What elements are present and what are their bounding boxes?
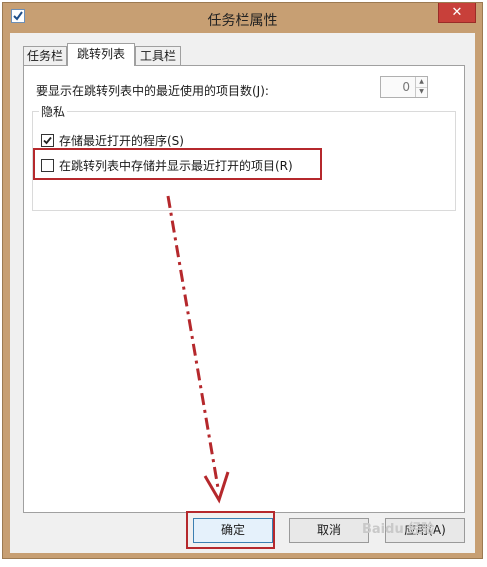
window-title: 任务栏属性 xyxy=(207,13,278,29)
store-recent-items-checkbox[interactable] xyxy=(41,159,54,172)
tab-toolbars[interactable]: 工具栏 xyxy=(135,46,181,65)
recent-items-spinner[interactable]: 0 ▲ ▼ xyxy=(380,76,428,98)
recent-items-label: 要显示在跳转列表中的最近使用的项目数(J): xyxy=(36,84,269,98)
tab-jumplist[interactable]: 跳转列表 xyxy=(67,43,135,66)
store-recent-programs-checkbox[interactable] xyxy=(41,134,54,147)
spinner-buttons: ▲ ▼ xyxy=(415,77,427,97)
dialog-window: 任务栏属性 ✕ 任务栏 跳转列表 工具栏 要显示在跳转列表中的最近使用的项目数(… xyxy=(2,2,483,559)
jumplist-panel: 要显示在跳转列表中的最近使用的项目数(J): 0 ▲ ▼ 隐私 存储最近打开的程… xyxy=(23,65,465,513)
privacy-group-title: 隐私 xyxy=(39,103,68,120)
chevron-down-icon[interactable]: ▼ xyxy=(416,87,427,97)
ok-button[interactable]: 确定 xyxy=(193,518,273,543)
store-recent-programs-label: 存储最近打开的程序(S) xyxy=(59,134,184,148)
cancel-button[interactable]: 取消 xyxy=(289,518,369,543)
apply-button[interactable]: 应用(A) xyxy=(385,518,465,543)
close-button[interactable]: ✕ xyxy=(438,3,476,23)
checkmark-icon xyxy=(43,136,52,145)
privacy-group: 隐私 存储最近打开的程序(S) 在跳转列表中存储并显示最近打开的项目(R) xyxy=(32,103,456,211)
title-bar[interactable]: 任务栏属性 ✕ xyxy=(3,3,482,33)
store-recent-items-label: 在跳转列表中存储并显示最近打开的项目(R) xyxy=(59,159,293,173)
dialog-client-area: 任务栏 跳转列表 工具栏 要显示在跳转列表中的最近使用的项目数(J): 0 ▲ … xyxy=(10,33,475,553)
recent-items-value[interactable]: 0 xyxy=(381,77,414,97)
tab-taskbar[interactable]: 任务栏 xyxy=(23,46,67,65)
